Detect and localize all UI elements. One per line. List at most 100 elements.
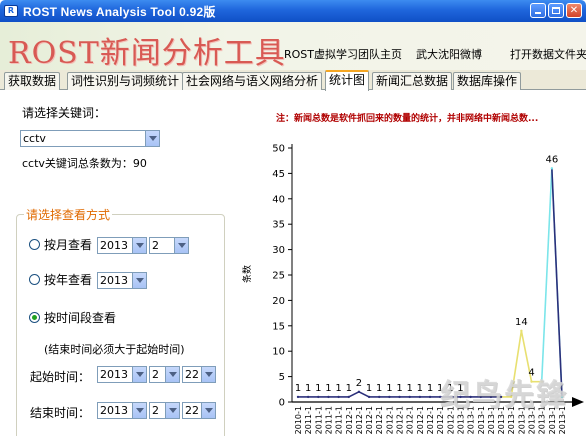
watermark: 纪鸟先锋 xyxy=(440,378,568,413)
x-tick-label: 2012-1 xyxy=(375,406,384,434)
data-point xyxy=(398,395,401,399)
weibo-link[interactable]: 武大沈阳微博 xyxy=(416,46,482,62)
data-label: 1 xyxy=(325,383,331,394)
data-label: 1 xyxy=(407,383,413,394)
open-data-folder-link[interactable]: 打开数据文件夹 xyxy=(510,46,586,62)
start-month-select[interactable]: 2 xyxy=(149,366,180,383)
month-value: 2 xyxy=(152,239,159,252)
chevron-down-icon[interactable] xyxy=(145,131,159,146)
data-point xyxy=(418,395,422,399)
chevron-down-icon[interactable] xyxy=(132,273,146,288)
tab-get-data[interactable]: 获取数据 xyxy=(4,72,61,90)
start-day-select[interactable]: 22 xyxy=(182,366,216,383)
window-title: ROST News Analysis Tool 0.92版 xyxy=(23,4,216,19)
data-point xyxy=(327,395,330,399)
data-label: 1 xyxy=(335,383,341,394)
by-period-label[interactable]: 按时间段查看 xyxy=(44,309,116,326)
minimize-icon xyxy=(535,12,541,14)
series-segment xyxy=(551,168,563,397)
x-tick-label: 2012-1 xyxy=(345,406,354,434)
tab-statistics-chart[interactable]: 统计图 xyxy=(325,70,370,91)
chevron-down-icon[interactable] xyxy=(132,403,146,418)
tab-news-summary[interactable]: 新闻汇总数据 xyxy=(372,72,453,90)
team-homepage-link[interactable]: ROST虚拟学习团队主页 xyxy=(284,46,402,62)
data-point xyxy=(520,329,523,333)
x-tick-label: 2012-1 xyxy=(365,406,374,434)
banner: ROST新闻分析工具 ROST虚拟学习团队主页 武大沈阳微博 打开数据文件夹 xyxy=(0,22,586,71)
app-logo: ROST新闻分析工具 xyxy=(8,36,286,71)
x-tick-label: 2012-1 xyxy=(406,406,415,434)
tab-database[interactable]: 数据库操作 xyxy=(453,72,522,90)
chevron-down-icon[interactable] xyxy=(201,367,215,382)
keyword-select-value: cctv xyxy=(23,132,46,145)
data-point xyxy=(388,395,391,399)
start-year-select[interactable]: 2013 xyxy=(97,366,147,383)
chart-note: 注：新闻总数是软件抓回来的数量的统计，并非网络中新闻总数... xyxy=(276,114,539,124)
end-month-value: 2 xyxy=(152,404,159,417)
data-point xyxy=(550,167,554,170)
data-label: 1 xyxy=(376,383,382,394)
y-tick-label: 30 xyxy=(272,245,285,256)
x-tick-label: 2012-1 xyxy=(416,406,425,434)
data-point xyxy=(408,395,411,399)
y-tick-label: 15 xyxy=(272,321,285,332)
data-point xyxy=(306,395,310,399)
data-label: 1 xyxy=(346,383,352,394)
chevron-down-icon[interactable] xyxy=(174,238,188,253)
chevron-down-icon[interactable] xyxy=(132,238,146,253)
month-year-select[interactable]: 2013 xyxy=(97,237,147,254)
start-month-value: 2 xyxy=(152,368,159,381)
end-time-label: 结束时间： xyxy=(30,406,91,420)
start-year-value: 2013 xyxy=(100,368,128,381)
tab-bar: 获取数据 词性识别与词频统计 社会网络与语义网络分析 统计图 新闻汇总数据 数据… xyxy=(0,70,586,91)
data-point xyxy=(296,395,300,399)
x-tick-label: 2012-1 xyxy=(355,406,364,434)
minimize-button[interactable] xyxy=(530,3,546,18)
x-tick-label: 2010-1 xyxy=(294,406,303,434)
month-select[interactable]: 2 xyxy=(149,237,189,254)
y-tick-label: 40 xyxy=(272,194,285,205)
x-tick-label: 2011-1 xyxy=(314,406,323,434)
y-axis-label: 条数 xyxy=(241,265,253,283)
series-segment xyxy=(540,168,553,382)
tab-network-analysis[interactable]: 社会网络与语义网络分析 xyxy=(182,72,323,90)
data-point xyxy=(378,395,381,399)
data-label: 1 xyxy=(366,383,372,394)
keyword-prompt: 请选择关键词： xyxy=(22,106,107,120)
data-point xyxy=(347,395,350,399)
end-year-select[interactable]: 2013 xyxy=(97,402,147,419)
by-month-label[interactable]: 按月查看 xyxy=(44,236,92,253)
maximize-button[interactable] xyxy=(548,3,564,18)
tab-word-frequency[interactable]: 词性识别与词频统计 xyxy=(67,72,184,90)
data-label: 1 xyxy=(386,383,392,394)
maximize-icon xyxy=(552,7,560,14)
end-month-select[interactable]: 2 xyxy=(149,402,180,419)
by-year-label[interactable]: 按年查看 xyxy=(44,271,92,288)
data-label: 1 xyxy=(396,383,402,394)
y-tick-label: 0 xyxy=(279,398,285,409)
close-button[interactable]: ✕ xyxy=(566,3,582,18)
data-label: 46 xyxy=(545,154,558,165)
data-point xyxy=(357,390,361,394)
x-tick-label: 2012-1 xyxy=(385,406,394,434)
view-mode-title: 请选择查看方式 xyxy=(24,206,113,223)
y-tick-label: 25 xyxy=(272,271,285,282)
year-value: 2013 xyxy=(100,274,128,287)
chevron-down-icon[interactable] xyxy=(165,367,179,382)
end-day-select[interactable]: 22 xyxy=(182,402,216,419)
chevron-down-icon[interactable] xyxy=(201,403,215,418)
x-axis-arrow xyxy=(572,397,584,407)
data-label: 2 xyxy=(356,378,362,389)
chevron-down-icon[interactable] xyxy=(165,403,179,418)
radio-by-period[interactable] xyxy=(29,312,40,323)
data-label: 1 xyxy=(305,383,311,394)
data-label: 1 xyxy=(417,383,423,394)
radio-by-year[interactable] xyxy=(29,274,40,285)
month-year-value: 2013 xyxy=(100,239,128,252)
radio-by-month[interactable] xyxy=(29,239,40,250)
year-select[interactable]: 2013 xyxy=(97,272,147,289)
keyword-select[interactable]: cctv xyxy=(20,130,160,147)
chevron-down-icon[interactable] xyxy=(132,367,146,382)
data-point xyxy=(428,395,432,399)
end-day-value: 22 xyxy=(185,404,199,417)
